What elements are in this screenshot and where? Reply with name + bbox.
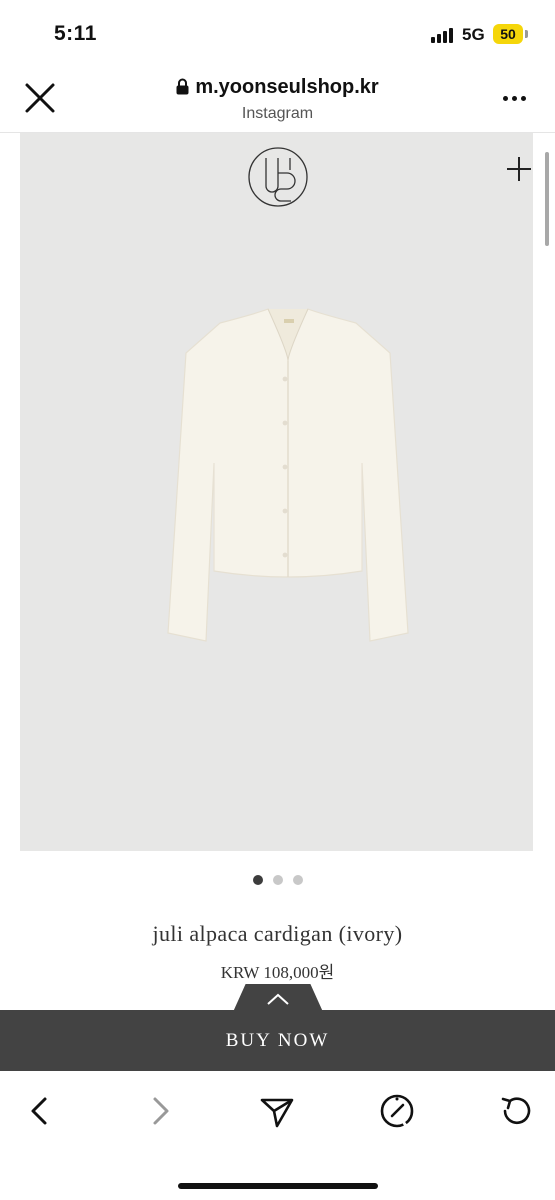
url-display[interactable]: m.yoonseulshop.kr xyxy=(0,76,555,99)
share-button[interactable] xyxy=(257,1091,297,1131)
battery-level: 50 xyxy=(500,26,516,42)
carousel-dot-3[interactable] xyxy=(292,875,303,885)
browser-header: m.yoonseulshop.kr Instagram xyxy=(0,62,555,133)
carousel-indicator xyxy=(0,872,555,888)
buy-now-button[interactable]: BUY NOW xyxy=(0,1010,555,1071)
back-button[interactable] xyxy=(20,1091,60,1131)
product-image[interactable] xyxy=(20,133,533,851)
product-name: juli alpaca cardigan (ivory) xyxy=(152,921,403,946)
scrollbar[interactable] xyxy=(545,152,549,246)
compass-icon xyxy=(380,1094,414,1128)
product-price: KRW 108,000원 xyxy=(220,963,335,982)
url-text: m.yoonseulshop.kr xyxy=(195,76,379,98)
more-options-button[interactable] xyxy=(500,92,530,106)
forward-button[interactable] xyxy=(140,1091,180,1131)
share-icon xyxy=(260,1098,294,1128)
brand-logo-icon xyxy=(248,147,308,207)
signal-icon xyxy=(431,27,457,43)
battery-nub xyxy=(525,30,528,38)
carousel-dot-2[interactable] xyxy=(272,875,283,885)
plus-icon xyxy=(507,157,531,181)
network-type: 5G xyxy=(462,25,485,44)
battery-icon: 50 xyxy=(493,24,523,44)
open-in-browser-button[interactable] xyxy=(377,1091,417,1131)
lock-icon xyxy=(176,78,189,95)
cardigan-photo xyxy=(167,308,409,642)
reload-icon xyxy=(501,1097,531,1125)
reload-button[interactable] xyxy=(496,1091,536,1131)
status-bar: 5:11 5G 50 xyxy=(0,0,555,62)
buy-now-label: BUY NOW xyxy=(225,1030,330,1051)
back-icon xyxy=(31,1097,47,1125)
expand-button[interactable] xyxy=(505,155,533,183)
expand-buy-panel-button[interactable] xyxy=(233,984,323,1012)
status-time: 5:11 xyxy=(54,22,97,45)
forward-icon xyxy=(153,1097,169,1125)
carousel-dot-1[interactable] xyxy=(252,875,263,885)
home-indicator[interactable] xyxy=(178,1183,378,1189)
chevron-up-icon xyxy=(267,993,289,1005)
browser-toolbar xyxy=(0,1071,555,1200)
source-label: Instagram xyxy=(241,105,314,122)
